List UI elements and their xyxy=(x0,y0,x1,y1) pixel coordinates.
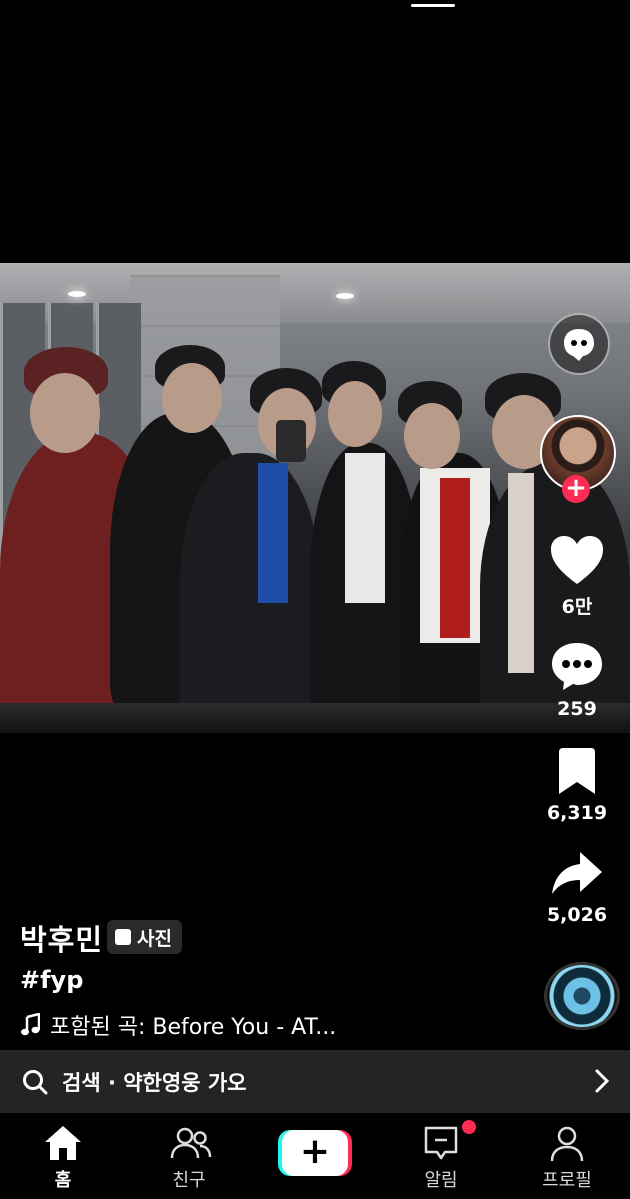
comment-count: 259 xyxy=(557,698,597,720)
tab-home[interactable]: 홈 xyxy=(0,1114,126,1199)
profile-icon xyxy=(550,1126,584,1162)
heart-icon xyxy=(551,536,603,584)
share-arrow-icon xyxy=(552,852,602,894)
comment-button[interactable]: 259 xyxy=(522,640,630,720)
tab-inbox-label: 알림 xyxy=(424,1170,458,1191)
search-suggestion-bar[interactable]: 검색 · 약한영웅 가오 xyxy=(0,1050,630,1113)
inbox-icon xyxy=(424,1126,458,1160)
home-icon xyxy=(45,1126,81,1160)
chevron-right-icon xyxy=(595,1069,610,1093)
tab-profile[interactable]: 프로필 xyxy=(504,1114,630,1199)
music-row[interactable]: 포함된 곡: Before You - AT... xyxy=(20,1009,336,1041)
post-username[interactable]: 박후민 xyxy=(20,917,103,959)
save-count: 6,319 xyxy=(546,802,608,824)
post-caption[interactable]: #fyp xyxy=(20,966,83,994)
inbox-notification-dot xyxy=(462,1120,476,1134)
friends-icon xyxy=(170,1127,212,1159)
like-button[interactable]: 6만 xyxy=(522,534,630,619)
create-plus-icon[interactable]: + xyxy=(278,1130,352,1176)
tab-home-label: 홈 xyxy=(54,1170,72,1191)
bookmark-icon xyxy=(559,748,595,794)
follow-plus-button[interactable]: + xyxy=(562,475,590,503)
music-note-icon xyxy=(21,1013,40,1036)
ceiling-light xyxy=(68,291,86,297)
tab-create[interactable]: + xyxy=(252,1114,378,1199)
share-button[interactable]: 5,026 xyxy=(522,850,630,926)
person-head xyxy=(30,373,100,453)
person-head xyxy=(162,363,222,433)
photo-badge: 사진 xyxy=(107,920,182,954)
photo-stack-icon xyxy=(115,929,131,945)
ceiling-light xyxy=(336,293,354,299)
search-icon xyxy=(23,1069,48,1094)
tab-friends-label: 친구 xyxy=(172,1170,206,1191)
face-icon xyxy=(564,329,594,361)
tab-profile-label: 프로필 xyxy=(542,1170,592,1191)
bottom-tab-bar: 홈 친구 + 알림 프로필 xyxy=(0,1114,630,1199)
comment-icon xyxy=(552,643,602,690)
sticker-face-button[interactable] xyxy=(548,313,610,375)
ceiling xyxy=(0,263,630,323)
save-button[interactable]: 6,319 xyxy=(522,746,630,824)
hoodie xyxy=(258,463,288,603)
tab-friends[interactable]: 친구 xyxy=(126,1114,252,1199)
person xyxy=(180,453,320,733)
person-head xyxy=(328,381,382,447)
share-count: 5,026 xyxy=(546,904,608,926)
person-head xyxy=(404,403,460,469)
photo-badge-label: 사진 xyxy=(137,927,172,950)
search-text: 검색 · 약한영웅 가오 xyxy=(62,1070,247,1095)
top-handle xyxy=(411,4,455,7)
tab-inbox[interactable]: 알림 xyxy=(378,1114,504,1199)
shirt xyxy=(345,453,385,603)
shirt-red xyxy=(440,478,470,638)
phone xyxy=(276,420,306,462)
like-count: 6만 xyxy=(561,596,593,618)
creator-avatar[interactable]: + xyxy=(540,415,616,505)
music-title: 포함된 곡: Before You - AT... xyxy=(50,1015,337,1040)
music-disc[interactable] xyxy=(544,962,620,1030)
